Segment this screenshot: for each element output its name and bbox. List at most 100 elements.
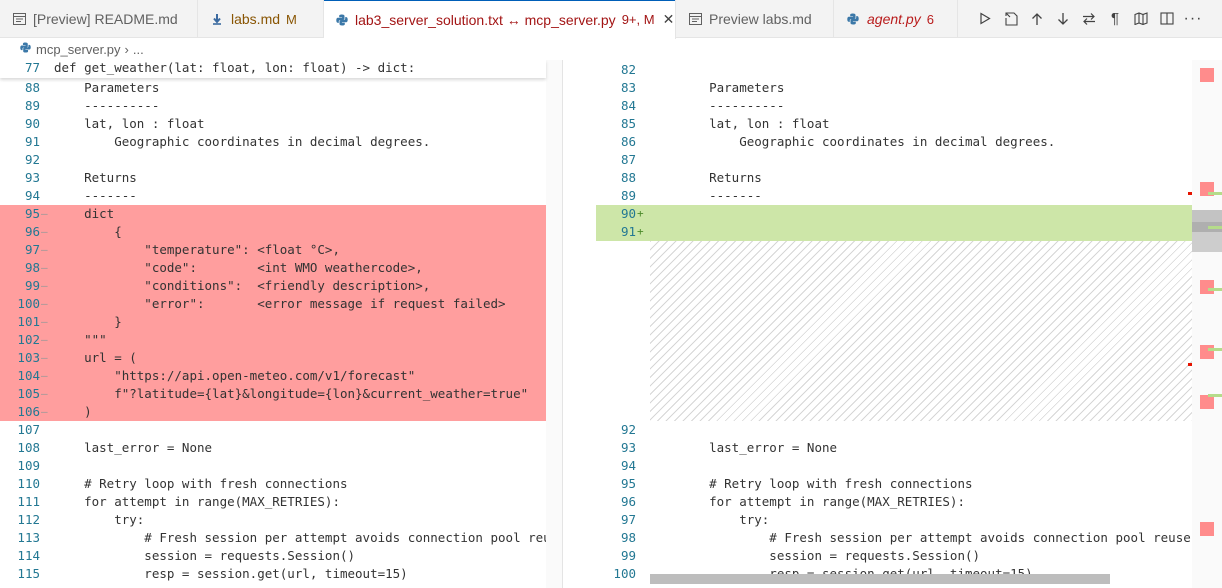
line-number: 89 xyxy=(24,98,40,113)
deleted-line[interactable]: 97– "temperature": <float °C>, xyxy=(0,241,562,259)
code-line[interactable]: 88 Parameters xyxy=(0,79,562,97)
diff-sash[interactable] xyxy=(562,60,563,588)
arrow-up-icon[interactable] xyxy=(1024,6,1050,32)
deleted-line[interactable]: 98– "code": <int WMO weathercode>, xyxy=(0,259,562,277)
deleted-line[interactable]: 99– "conditions": <friendly description>… xyxy=(0,277,562,295)
tab-diff-mcp-server[interactable]: lab3_server_solution.txt ↔ mcp_server.py… xyxy=(324,0,676,39)
tab-preview-labs[interactable]: Preview labs.md xyxy=(676,0,834,38)
tab-labs-md[interactable]: labs.md M xyxy=(198,0,324,38)
code-line[interactable]: 88 Returns xyxy=(596,169,1192,187)
diff-original-editor[interactable]: 77 def get_weather(lat: float, lon: floa… xyxy=(0,60,562,588)
code-line[interactable]: 93 last_error = None xyxy=(596,439,1192,457)
code-line[interactable]: 99 session = requests.Session() xyxy=(596,547,1192,565)
code-line[interactable]: 89 ------- xyxy=(596,187,1192,205)
code-line[interactable]: 87 xyxy=(596,151,1192,169)
code-line[interactable]: 91 Geographic coordinates in decimal deg… xyxy=(0,133,562,151)
deleted-line[interactable]: 104– "https://api.open-meteo.com/v1/fore… xyxy=(0,367,562,385)
sticky-scroll-header[interactable]: 77 def get_weather(lat: float, lon: floa… xyxy=(0,60,546,78)
editor-actions: ¶ ··· xyxy=(958,0,1222,37)
line-number: 103 xyxy=(17,350,40,365)
code-line[interactable]: 83 Parameters xyxy=(596,79,1192,97)
code-text: # Fresh session per attempt avoids conne… xyxy=(54,530,562,545)
diff-marker: – xyxy=(41,315,48,328)
breadcrumb-more[interactable]: ... xyxy=(133,42,144,57)
python-icon xyxy=(846,12,860,26)
run-icon[interactable] xyxy=(972,6,998,32)
diff-empty-region xyxy=(650,241,1192,421)
line-number: 85 xyxy=(620,116,636,131)
python-icon xyxy=(20,42,31,56)
breadcrumb-file[interactable]: mcp_server.py xyxy=(36,42,121,57)
line-number: 94 xyxy=(24,188,40,203)
open-file-icon[interactable] xyxy=(998,6,1024,32)
diff-marker: – xyxy=(41,261,48,274)
code-text: } xyxy=(54,314,122,329)
code-line[interactable]: 89 ---------- xyxy=(0,97,562,115)
close-icon[interactable]: ✕ xyxy=(663,11,675,28)
code-line[interactable]: 97 try: xyxy=(596,511,1192,529)
line-number: 101 xyxy=(17,314,40,329)
code-line[interactable]: 90 lat, lon : float xyxy=(0,115,562,133)
arrow-down-icon[interactable] xyxy=(1050,6,1076,32)
line-number: 91 xyxy=(620,224,636,239)
code-line[interactable]: 98 # Fresh session per attempt avoids co… xyxy=(596,529,1192,547)
deleted-line[interactable]: 101– } xyxy=(0,313,562,331)
code-line[interactable]: 86 Geographic coordinates in decimal deg… xyxy=(596,133,1192,151)
ruler-marker xyxy=(1200,280,1214,294)
map-icon[interactable] xyxy=(1128,6,1154,32)
code-line[interactable]: 114 session = requests.Session() xyxy=(0,547,562,565)
code-line[interactable]: 107 xyxy=(0,421,562,439)
code-line[interactable]: 85 lat, lon : float xyxy=(596,115,1192,133)
inserted-line[interactable]: 90 + xyxy=(596,205,1192,223)
overview-ruler[interactable] xyxy=(1188,60,1222,588)
line-number: 111 xyxy=(17,494,40,509)
markdown-icon xyxy=(210,12,224,26)
code-line[interactable]: 110 # Retry loop with fresh connections xyxy=(0,475,562,493)
deleted-line[interactable]: 96– { xyxy=(0,223,562,241)
tab-label: labs.md xyxy=(231,11,281,27)
code-text: try: xyxy=(679,512,770,527)
pilcrow-icon[interactable]: ¶ xyxy=(1102,6,1128,32)
horizontal-scrollbar[interactable] xyxy=(650,574,1110,584)
code-line[interactable]: 113 # Fresh session per attempt avoids c… xyxy=(0,529,562,547)
line-number: 93 xyxy=(24,170,40,185)
deleted-line[interactable]: 100– "error": <error message if request … xyxy=(0,295,562,313)
code-line[interactable]: 93 Returns xyxy=(0,169,562,187)
deleted-line[interactable]: 106– ) xyxy=(0,403,562,421)
problems-badge: 9+, M xyxy=(621,12,655,27)
code-line[interactable]: 112 try: xyxy=(0,511,562,529)
swap-icon[interactable] xyxy=(1076,6,1102,32)
deleted-line[interactable]: 95– dict xyxy=(0,205,562,223)
code-line[interactable]: 92 xyxy=(596,421,1192,439)
code-line[interactable]: 108 last_error = None xyxy=(0,439,562,457)
ruler-marker xyxy=(1208,348,1222,351)
code-line[interactable]: 109 xyxy=(0,457,562,475)
code-line[interactable]: 92 xyxy=(0,151,562,169)
tab-readme-preview[interactable]: [Preview] README.md xyxy=(0,0,198,38)
line-number: 90 xyxy=(620,206,636,221)
inserted-line[interactable]: 91 + xyxy=(596,223,1192,241)
code-line[interactable]: 95 # Retry loop with fresh connections xyxy=(596,475,1192,493)
code-line[interactable]: 84 ---------- xyxy=(596,97,1192,115)
code-line[interactable]: 94 xyxy=(596,457,1192,475)
more-icon[interactable]: ··· xyxy=(1180,6,1206,32)
line-number: 92 xyxy=(24,152,40,167)
code-line[interactable]: 94 ------- xyxy=(0,187,562,205)
tab-agent-py[interactable]: agent.py 6 xyxy=(834,0,958,38)
code-text: Geographic coordinates in decimal degree… xyxy=(54,134,431,149)
line-number: 98 xyxy=(620,530,636,545)
diff-modified-editor[interactable]: 82 83 Parameters 84 ---------- 85 lat, lon … xyxy=(596,60,1192,588)
code-line[interactable]: 111 for attempt in range(MAX_RETRIES): xyxy=(0,493,562,511)
deleted-line[interactable]: 102– """ xyxy=(0,331,562,349)
code-line[interactable]: 96 for attempt in range(MAX_RETRIES): xyxy=(596,493,1192,511)
original-editor-scrollbar[interactable] xyxy=(546,60,562,588)
split-editor-icon[interactable] xyxy=(1154,6,1180,32)
deleted-line[interactable]: 105– f"?latitude={lat}&longitude={lon}&c… xyxy=(0,385,562,403)
code-text: url = ( xyxy=(54,350,137,365)
deleted-line[interactable]: 103– url = ( xyxy=(0,349,562,367)
code-line[interactable]: 82 xyxy=(596,61,1192,79)
code-line[interactable]: 115 resp = session.get(url, timeout=15) xyxy=(0,565,562,583)
preview-icon xyxy=(688,12,702,26)
line-number: 104 xyxy=(17,368,40,383)
diff-marker: – xyxy=(41,279,48,292)
